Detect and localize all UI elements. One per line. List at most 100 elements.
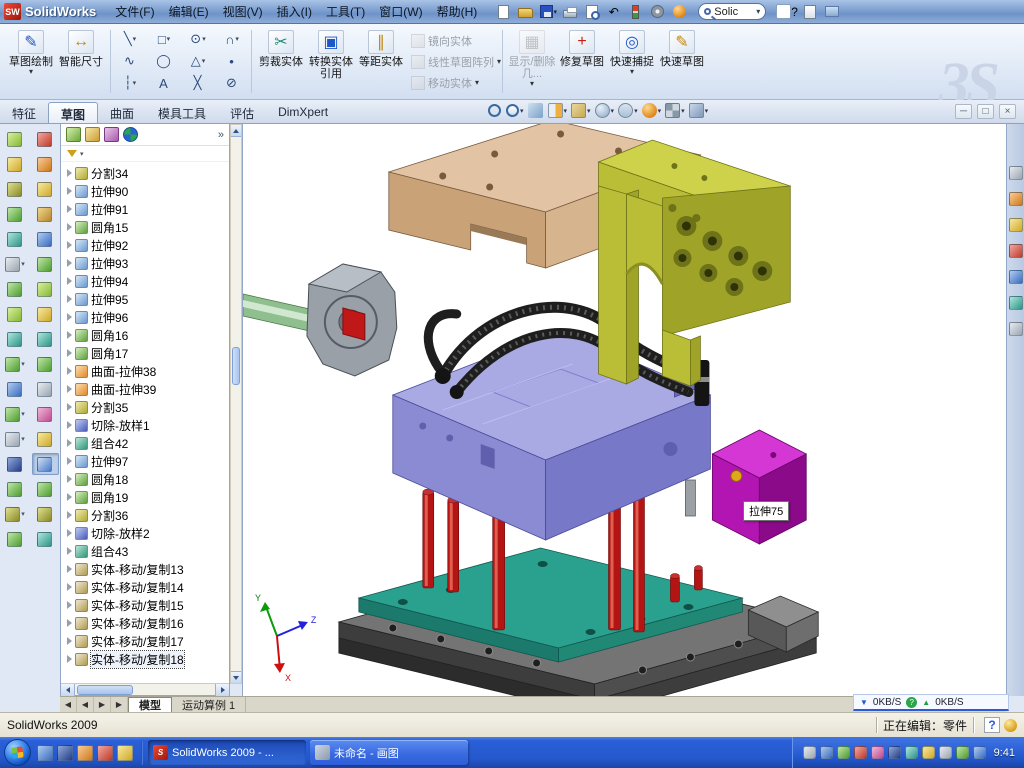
expand-arrow-icon[interactable]: [67, 205, 72, 213]
expand-arrow-icon[interactable]: [67, 331, 72, 339]
sketch-entity-button[interactable]: ┆▾: [113, 72, 147, 94]
expand-arrow-icon[interactable]: [67, 529, 72, 537]
expand-arrow-icon[interactable]: [67, 493, 72, 501]
left-toolbar-icon[interactable]: [32, 478, 59, 500]
forum-icon[interactable]: [1009, 296, 1023, 310]
print-preview-icon[interactable]: [582, 2, 602, 22]
feature-tree-item[interactable]: 实体-移动/复制14: [61, 578, 227, 596]
left-toolbar-icon[interactable]: ▾: [2, 428, 29, 450]
feature-tree-item[interactable]: 拉伸96: [61, 308, 227, 326]
ribbon-button[interactable]: ◎快速捕捉▾: [607, 27, 657, 95]
update-shield-icon[interactable]: [922, 746, 935, 759]
tray-icon[interactable]: [956, 746, 969, 759]
tray-icon[interactable]: [803, 746, 816, 759]
slider-block-part[interactable]: [712, 430, 806, 544]
restore-button[interactable]: □: [977, 104, 994, 119]
feature-tree-item[interactable]: 切除-放样1: [61, 416, 227, 434]
task-paint[interactable]: 未命名 - 画图: [310, 740, 468, 765]
commandmanager-tab[interactable]: 模具工具: [146, 102, 218, 123]
featuremanager-tab-icon[interactable]: [66, 127, 81, 142]
sketch-entity-button[interactable]: △▾: [181, 50, 215, 72]
commandmanager-tab[interactable]: 曲面: [98, 102, 146, 123]
sketch-entity-button[interactable]: ◯: [147, 50, 181, 72]
sketch-entity-button[interactable]: ∿: [113, 50, 147, 72]
scroll-down-button[interactable]: [231, 671, 241, 683]
next-tab-button[interactable]: ▶: [94, 697, 111, 712]
expand-arrow-icon[interactable]: [67, 241, 72, 249]
left-toolbar-icon[interactable]: [2, 303, 29, 325]
feature-tree-item[interactable]: 圆角17: [61, 344, 227, 362]
ribbon-button[interactable]: 镜向实体: [408, 31, 500, 51]
left-toolbar-icon[interactable]: [32, 203, 59, 225]
internet-explorer-icon[interactable]: [57, 745, 73, 761]
sketch-entity-button[interactable]: ⊘: [215, 72, 249, 94]
scroll-right-button[interactable]: [215, 684, 229, 696]
expand-arrow-icon[interactable]: [67, 601, 72, 609]
expand-arrow-icon[interactable]: [67, 547, 72, 555]
expand-arrow-icon[interactable]: [67, 565, 72, 573]
feature-tree-item[interactable]: 分割35: [61, 398, 227, 416]
feature-tree-item[interactable]: 切除-放样2: [61, 524, 227, 542]
ribbon-button[interactable]: ▣转换实体引用: [306, 27, 356, 95]
expand-arrow-icon[interactable]: [67, 421, 72, 429]
documents-icon[interactable]: [1009, 322, 1023, 336]
feature-tree-item[interactable]: 曲面-拉伸38: [61, 362, 227, 380]
sketch-entity-button[interactable]: •: [215, 50, 249, 72]
feature-tree-item[interactable]: 拉伸91: [61, 200, 227, 218]
ribbon-button[interactable]: ↔智能尺寸: [56, 27, 106, 95]
dimxpertmanager-tab-icon[interactable]: [123, 127, 138, 142]
expand-arrow-icon[interactable]: [67, 367, 72, 375]
solidworks-icon[interactable]: [97, 745, 113, 761]
network-icon[interactable]: [888, 746, 901, 759]
expand-arrow-icon[interactable]: [67, 223, 72, 231]
feature-tree-item[interactable]: 实体-移动/复制13: [61, 560, 227, 578]
feature-tree-item[interactable]: 曲面-拉伸39: [61, 380, 227, 398]
tree-expand-chevron[interactable]: »: [218, 129, 224, 141]
undo-icon[interactable]: ↶: [604, 2, 624, 22]
feature-tree-item[interactable]: 拉伸92: [61, 236, 227, 254]
graphics-viewport[interactable]: Y Z X 拉伸75: [242, 124, 1006, 696]
security-shield-icon[interactable]: [837, 746, 850, 759]
left-toolbar-icon[interactable]: [32, 303, 59, 325]
edit-appearance-icon[interactable]: ▾: [642, 103, 662, 118]
left-toolbar-icon[interactable]: [2, 478, 29, 500]
expand-arrow-icon[interactable]: [67, 655, 72, 663]
tray-icon[interactable]: [905, 746, 918, 759]
feature-tree-item[interactable]: 拉伸97: [61, 452, 227, 470]
ribbon-button[interactable]: +修复草图: [557, 27, 607, 95]
commandmanager-tab[interactable]: 评估: [218, 102, 266, 123]
titlebar-extra-icon[interactable]: [822, 2, 842, 22]
expand-arrow-icon[interactable]: [67, 259, 72, 267]
tray-icon[interactable]: [820, 746, 833, 759]
left-toolbar-icon[interactable]: [2, 178, 29, 200]
expand-arrow-icon[interactable]: [67, 439, 72, 447]
section-view-icon[interactable]: ▾: [548, 103, 568, 118]
menu-item[interactable]: 编辑(E): [162, 0, 216, 23]
left-toolbar-icon[interactable]: ▾: [2, 403, 29, 425]
left-toolbar-icon[interactable]: [32, 128, 59, 150]
left-toolbar-icon[interactable]: [2, 228, 29, 250]
left-toolbar-icon[interactable]: [2, 203, 29, 225]
feature-tree-item[interactable]: 拉伸95: [61, 290, 227, 308]
feature-tree-item[interactable]: 组合42: [61, 434, 227, 452]
scrollbar-thumb[interactable]: [77, 685, 133, 695]
feature-tree-item[interactable]: 圆角16: [61, 326, 227, 344]
feature-tree-item[interactable]: 实体-移动/复制16: [61, 614, 227, 632]
left-toolbar-icon[interactable]: [2, 378, 29, 400]
ribbon-button[interactable]: 移动实体▾: [408, 73, 500, 93]
feature-tree-item[interactable]: 拉伸94: [61, 272, 227, 290]
feature-tree-item[interactable]: 实体-移动/复制15: [61, 596, 227, 614]
options-icon[interactable]: [648, 2, 668, 22]
left-toolbar-icon[interactable]: [32, 378, 59, 400]
zoom-fit-icon[interactable]: [488, 104, 502, 117]
sketch-entity-button[interactable]: ╲▾: [113, 28, 147, 50]
help-icon[interactable]: ?: [776, 2, 798, 22]
search-dropdown-icon[interactable]: ▾: [756, 7, 760, 16]
sketch-entity-button[interactable]: □▾: [147, 28, 181, 50]
ribbon-button[interactable]: ✎草图绘制▾: [6, 27, 56, 95]
scroll-left-button[interactable]: [61, 684, 75, 696]
ribbon-button[interactable]: ✂剪裁实体: [256, 27, 306, 95]
feature-tree-item[interactable]: 组合43: [61, 542, 227, 560]
tree-horizontal-scrollbar[interactable]: [61, 683, 229, 695]
expand-arrow-icon[interactable]: [67, 313, 72, 321]
